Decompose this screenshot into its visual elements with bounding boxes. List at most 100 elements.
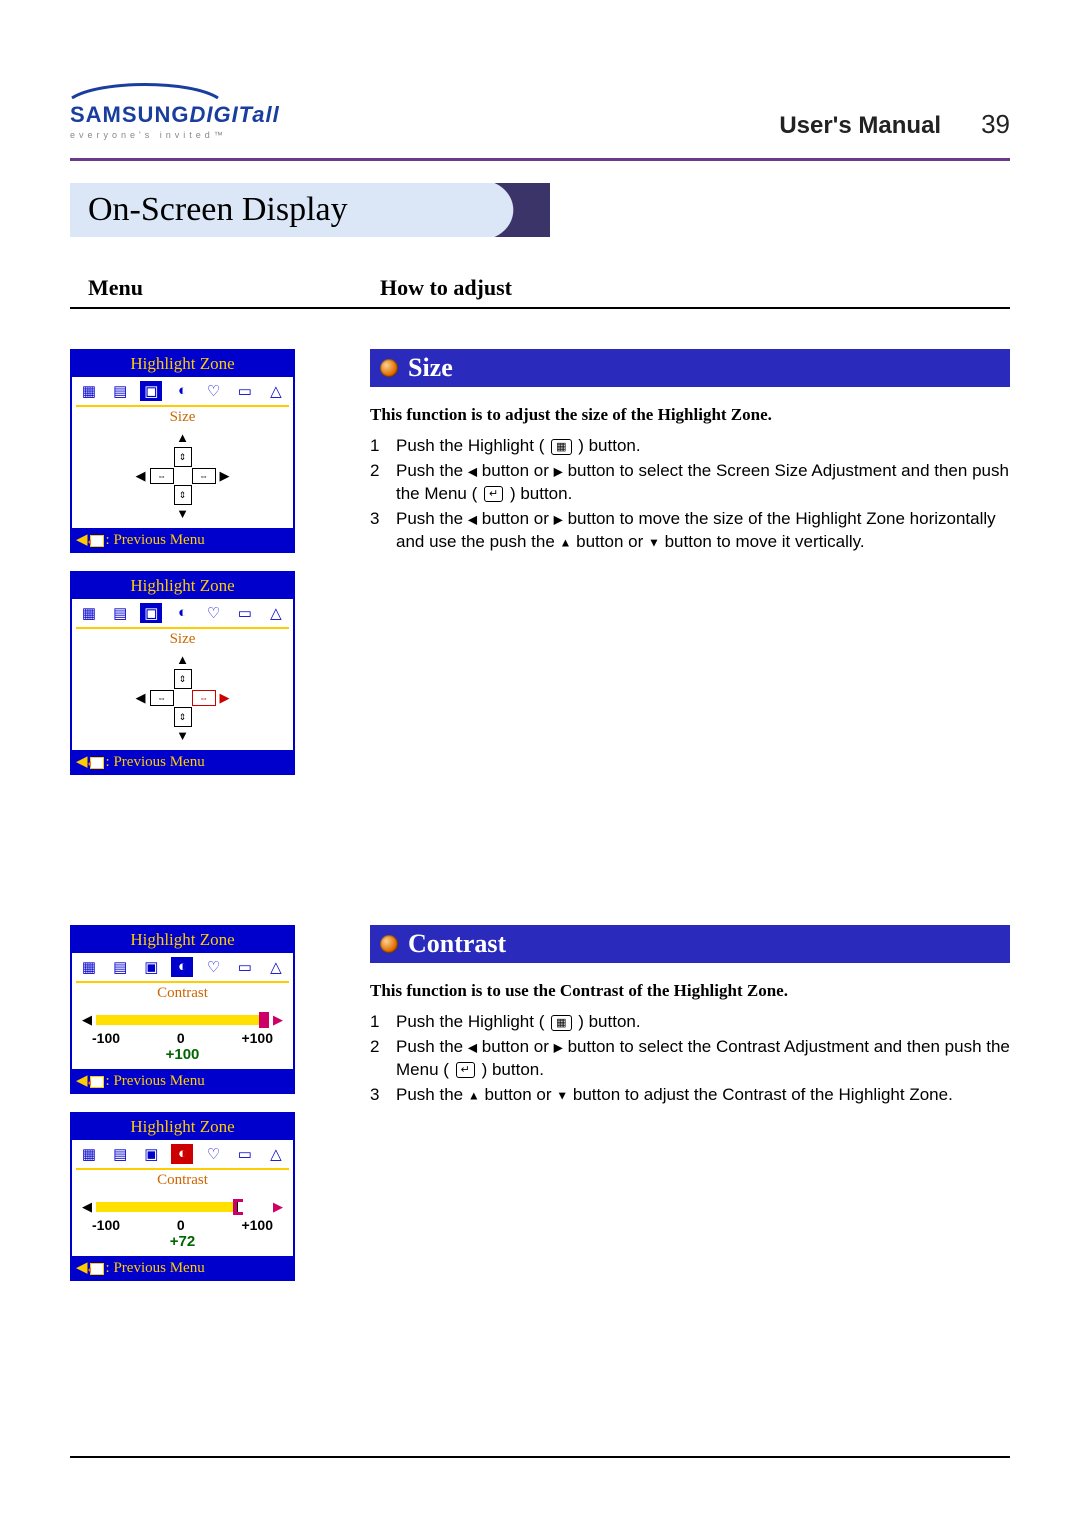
contrast-scale: -100 0 +100 (76, 1030, 289, 1046)
scale-min: -100 (92, 1217, 120, 1233)
arrow-left-icon: ◀ (82, 1199, 92, 1215)
osd-previous-menu: ◀: Previous Menu (72, 1069, 293, 1092)
subhead-divider (70, 307, 1010, 309)
size-menu-column: Highlight Zone ▦ ▤ ▣ ◐ ♡ ▭ △ Size ▲ ⇕ (70, 349, 330, 775)
osd-contrast-label: Contrast (76, 1170, 289, 1191)
section-title-text: On-Screen Display (70, 183, 1010, 229)
osd-icon-4: ◐ (171, 603, 193, 623)
osd-title: Highlight Zone (72, 351, 293, 377)
exit-icon (90, 1076, 104, 1088)
size-description: This function is to adjust the size of t… (370, 405, 1010, 425)
scale-min: -100 (92, 1030, 120, 1046)
arrow-right-icon: ▶ (220, 690, 230, 706)
size-steps: 1Push the Highlight ( ▦ ) button. 2Push … (370, 435, 1010, 554)
previous-menu-label: : Previous Menu (106, 1073, 205, 1089)
osd-icon-size-selected: ▣ (140, 603, 162, 623)
horizontal-size-box-2: ⇔ (192, 468, 216, 484)
osd-icon-contrast-selected: ◐ (171, 957, 193, 977)
previous-menu-label: : Previous Menu (106, 754, 205, 770)
horizontal-size-box-selected: ⇔ (192, 690, 216, 706)
previous-menu-label: : Previous Menu (106, 1260, 205, 1276)
scale-mid: 0 (177, 1030, 185, 1046)
osd-title: Highlight Zone (72, 927, 293, 953)
contrast-description: This function is to use the Contrast of … (370, 981, 1010, 1001)
osd-icon-row: ▦ ▤ ▣ ◐ ♡ ▭ △ (76, 957, 289, 983)
logo-swoosh-icon (70, 78, 220, 100)
size-topic-title: Size (408, 353, 453, 383)
osd-icon-1: ▦ (78, 957, 100, 977)
contrast-menu-column: Highlight Zone ▦ ▤ ▣ ◐ ♡ ▭ △ Contrast ◀ (70, 925, 330, 1281)
osd-icon-row: ▦ ▤ ▣ ◐ ♡ ▭ △ (76, 1144, 289, 1170)
contrast-row: Highlight Zone ▦ ▤ ▣ ◐ ♡ ▭ △ Contrast ◀ (70, 925, 1010, 1281)
osd-icon-5: ♡ (203, 603, 225, 623)
osd-size-label: Size (76, 407, 289, 428)
size-step-2: Push the ◀ button or ▶ button to select … (396, 460, 1010, 506)
header-right: User's Manual 39 (779, 109, 1010, 140)
osd-size-diagram: ▲ ⇕ ◀ ⇔ ⇔ ▶ ⇕ ▼ (76, 650, 289, 748)
header-divider (70, 158, 1010, 161)
osd-icon-contrast-selected: ◐ (171, 1144, 193, 1164)
arrow-up-icon: ▲ (176, 430, 189, 446)
osd-title: Highlight Zone (72, 573, 293, 599)
osd-size-label: Size (76, 629, 289, 650)
section-title: On-Screen Display (70, 183, 1010, 237)
arrow-right-icon: ▶ (273, 1012, 283, 1028)
exit-icon (90, 757, 104, 769)
size-topic-bar: Size (370, 349, 1010, 387)
osd-contrast-panel-a: Highlight Zone ▦ ▤ ▣ ◐ ♡ ▭ △ Contrast ◀ (70, 925, 295, 1094)
osd-icon-size-selected: ▣ (140, 381, 162, 401)
scale-max: +100 (241, 1030, 273, 1046)
osd-icon-2: ▤ (109, 1144, 131, 1164)
osd-icon-6: ▭ (234, 381, 256, 401)
osd-icon-7: △ (265, 603, 287, 623)
contrast-value: +100 (76, 1046, 289, 1067)
highlight-button-icon: ▦ (551, 1015, 571, 1031)
osd-icon-row: ▦ ▤ ▣ ◐ ♡ ▭ △ (76, 381, 289, 407)
osd-icon-5: ♡ (203, 1144, 225, 1164)
arrow-left-icon: ◀ (136, 468, 146, 484)
contrast-topic-bar: Contrast (370, 925, 1010, 963)
arrow-down-icon: ▼ (176, 728, 189, 744)
osd-icon-3: ▣ (140, 1144, 162, 1164)
size-step-1: Push the Highlight ( ▦ ) button. (396, 435, 1010, 458)
arrow-left-icon: ◀ (82, 1012, 92, 1028)
brand-logo: SAMSUNGDIGITall everyone's invited™ (70, 78, 280, 140)
contrast-slider: ◀ ▶ (76, 1191, 289, 1217)
osd-icon-1: ▦ (78, 381, 100, 401)
subhead-menu: Menu (70, 275, 380, 301)
contrast-scale: -100 0 +100 (76, 1217, 289, 1233)
contrast-steps: 1Push the Highlight ( ▦ ) button. 2Push … (370, 1011, 1010, 1107)
osd-icon-3: ▣ (140, 957, 162, 977)
osd-previous-menu: ◀: Previous Menu (72, 528, 293, 551)
brand-tagline: everyone's invited™ (70, 130, 280, 140)
bullet-orb-icon (380, 935, 398, 953)
contrast-topic-title: Contrast (408, 929, 506, 959)
osd-icon-6: ▭ (234, 1144, 256, 1164)
exit-icon (90, 535, 104, 547)
contrast-step-3: Push the ▲ button or ▼ button to adjust … (396, 1084, 1010, 1107)
osd-icon-5: ♡ (203, 381, 225, 401)
osd-contrast-panel-b: Highlight Zone ▦ ▤ ▣ ◐ ♡ ▭ △ Contrast ◀ (70, 1112, 295, 1281)
osd-icon-4: ◐ (171, 381, 193, 401)
osd-previous-menu: ◀: Previous Menu (72, 1256, 293, 1279)
page-number: 39 (981, 109, 1010, 140)
exit-icon (90, 1263, 104, 1275)
osd-icon-6: ▭ (234, 603, 256, 623)
contrast-slider: ◀ ▶ (76, 1004, 289, 1030)
contrast-step-2: Push the ◀ button or ▶ button to select … (396, 1036, 1010, 1082)
horizontal-size-box: ⇔ (150, 468, 174, 484)
vertical-size-box: ⇕ (174, 669, 192, 689)
osd-icon-1: ▦ (78, 603, 100, 623)
osd-icon-5: ♡ (203, 957, 225, 977)
horizontal-size-box: ⇔ (150, 690, 174, 706)
contrast-step-1: Push the Highlight ( ▦ ) button. (396, 1011, 1010, 1034)
size-row: Highlight Zone ▦ ▤ ▣ ◐ ♡ ▭ △ Size ▲ ⇕ (70, 349, 1010, 775)
osd-icon-7: △ (265, 1144, 287, 1164)
osd-icon-7: △ (265, 381, 287, 401)
size-step-3: Push the ◀ button or ▶ button to move th… (396, 508, 1010, 554)
size-body-column: Size This function is to adjust the size… (370, 349, 1010, 775)
osd-previous-menu: ◀: Previous Menu (72, 750, 293, 773)
subhead-how: How to adjust (380, 275, 512, 301)
arrow-right-icon: ▶ (220, 468, 230, 484)
scale-mid: 0 (177, 1217, 185, 1233)
